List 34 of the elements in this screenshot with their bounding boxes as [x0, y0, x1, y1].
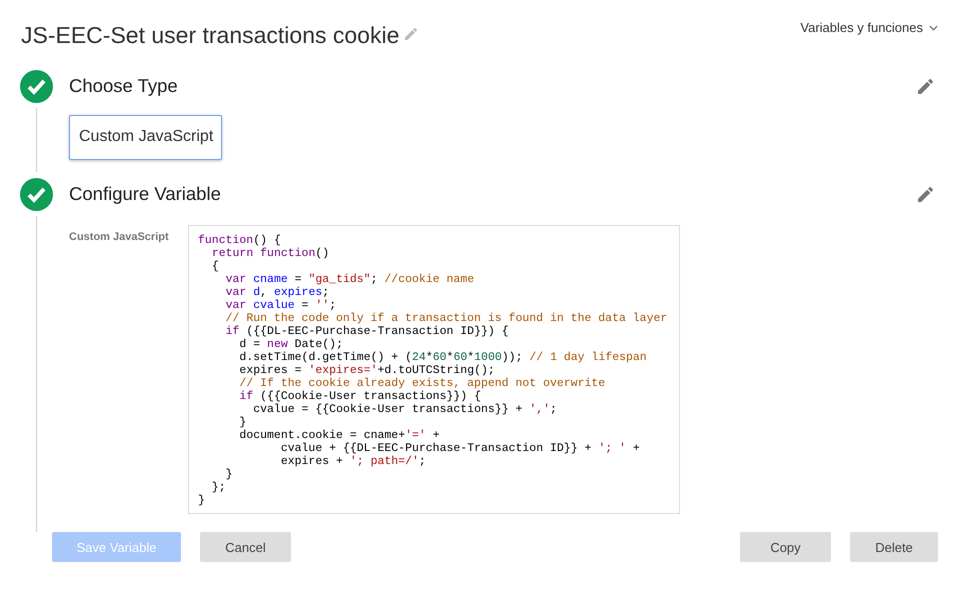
code-line: expires + '; path=/';	[280, 455, 426, 468]
code-line: var cname = "ga_tids"; //cookie name	[224, 273, 474, 286]
code-line: // If the cookie already exists, append not overwrite	[238, 377, 606, 390]
code-line: var d, expires;	[224, 286, 330, 299]
code-line: }	[224, 468, 233, 481]
edit-icon[interactable]	[918, 78, 933, 94]
edit-icon[interactable]	[918, 186, 933, 202]
code-line: if ({{DL-EEC-Purchase-Transaction ID}}) {	[224, 325, 509, 338]
code-line: d = new Date();	[238, 338, 343, 351]
code-line: {	[210, 260, 219, 273]
code-line: document.cookie = cname+'=' +	[238, 429, 440, 442]
variable-title: JS-EEC-Set user transactions cookie	[21, 22, 400, 49]
code-line: // Run the code only if a transaction is found in the data layer	[224, 312, 668, 325]
code-line: return function()	[210, 247, 330, 260]
code-line: cvalue = {{Cookie-User transactions}} + ',';	[252, 403, 557, 416]
step-title: Configure Variable	[69, 183, 222, 205]
type-selector[interactable]: Custom JavaScript	[69, 115, 222, 160]
code-line: }	[238, 416, 246, 429]
code-line: }	[198, 494, 205, 507]
code-line: cvalue + {{DL-EEC-Purchase-Transaction ID}} + '; ' +	[280, 442, 640, 455]
code-editor[interactable]	[188, 225, 680, 514]
code-line: expires = 'expires='+d.toUTCString();	[238, 364, 495, 377]
action-button[interactable]: Delete	[850, 532, 938, 562]
variables-menu[interactable]: Variables y funciones	[800, 20, 938, 35]
code-line: function() {	[198, 234, 281, 247]
code-line: var cvalue = '';	[224, 299, 336, 312]
code-line: if ({{Cookie-User transactions}}) {	[238, 390, 481, 403]
code-line: d.setTime(d.getTime() + (24*60*60*1000)); // 1 day lifespan	[238, 351, 647, 364]
caret-icon	[929, 24, 938, 30]
action-button[interactable]: Cancel	[200, 532, 291, 562]
field-label: Custom JavaScript	[69, 231, 170, 245]
code-line: };	[210, 481, 226, 494]
step-title: Choose Type	[69, 75, 179, 97]
action-button[interactable]: Copy	[740, 532, 831, 562]
